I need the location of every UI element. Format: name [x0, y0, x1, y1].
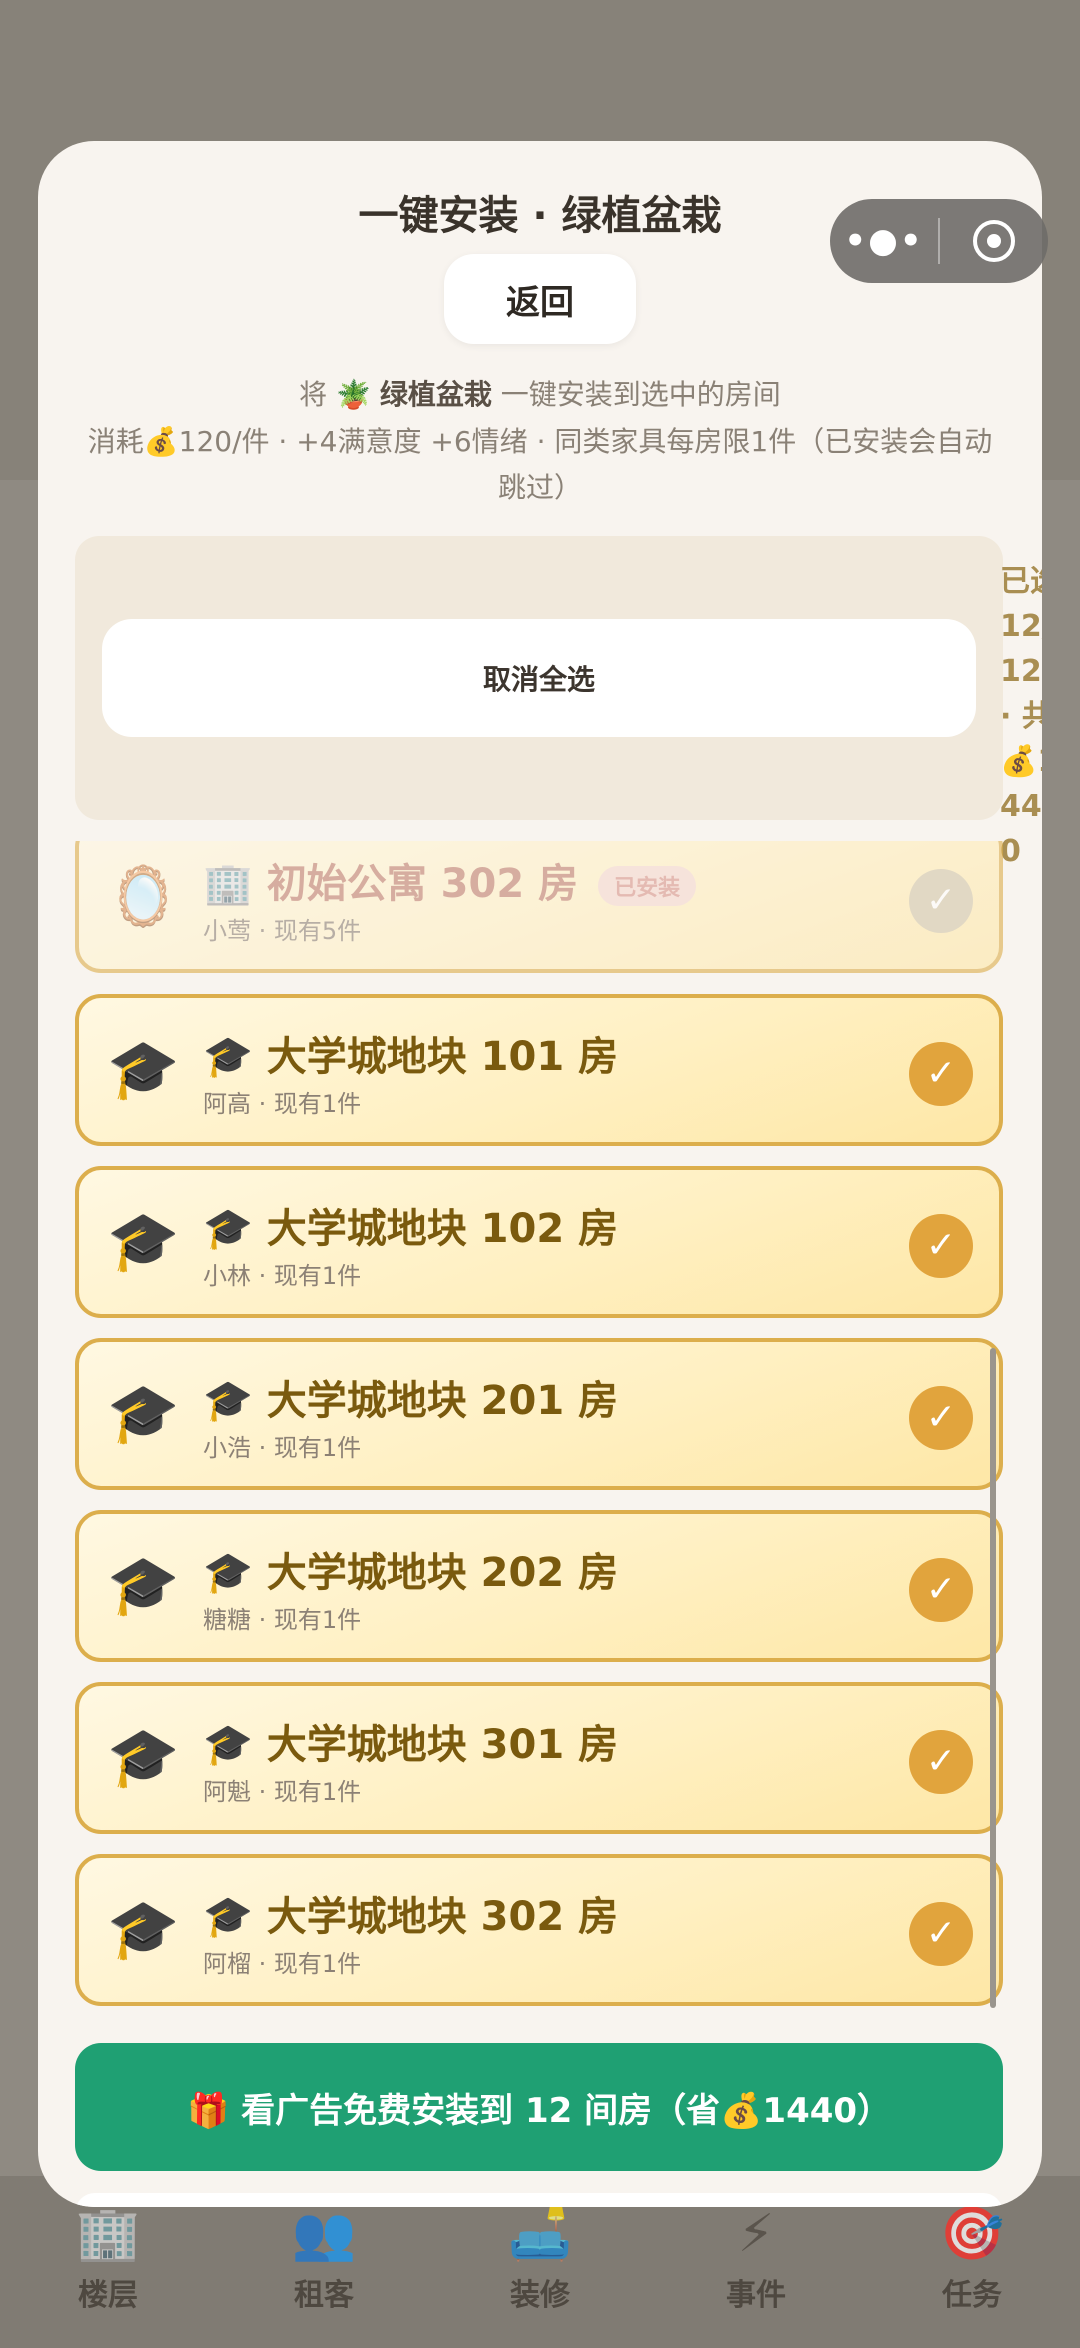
room-tenant-info: 阿高 · 现有1件: [203, 1090, 362, 1118]
room-card-campus-302[interactable]: 🎓 🎓 大学城地块 302 房 阿榴 · 现有1件 ✓: [75, 1854, 1003, 2006]
check-icon[interactable]: ✓: [909, 1214, 973, 1278]
tab-tasks[interactable]: 🎯 任务: [882, 2204, 1062, 2348]
room-name-text: 🏢 初始公寓 302 房: [203, 861, 579, 907]
check-icon[interactable]: ✓: [909, 1386, 973, 1450]
building-icon: 🏢: [75, 2204, 141, 2264]
room-name: 🎓 大学城地块 302 房: [203, 1894, 619, 1940]
room-tenant-info: 阿魁 · 现有1件: [203, 1778, 362, 1806]
list-scrollbar[interactable]: [990, 1348, 996, 2008]
graduation-cap-icon: 🎓: [107, 1207, 180, 1275]
tab-floors[interactable]: 🏢 楼层: [18, 2204, 198, 2348]
room-name: 🎓 大学城地块 301 房: [203, 1722, 619, 1768]
room-tenant-info: 小莺 · 现有5件: [203, 917, 362, 945]
room-list[interactable]: 🪞 🏢 初始公寓 302 房已安装 小莺 · 现有5件 ✓ 🎓 🎓 大学城地块 …: [75, 841, 1009, 2141]
graduation-cap-icon: 🎓: [107, 1895, 180, 1963]
watch-ad-install-button[interactable]: 🎁 看广告免费安装到 12 间房（省💰1440）: [75, 2043, 1003, 2171]
room-tenant-info: 小浩 · 现有1件: [203, 1434, 362, 1462]
item-name: 绿植盆栽: [379, 378, 492, 411]
room-name: 🎓 大学城地块 101 房: [203, 1034, 619, 1080]
room-card-campus-102[interactable]: 🎓 🎓 大学城地块 102 房 小林 · 现有1件 ✓: [75, 1166, 1003, 1318]
desc-suffix: 一键安装到选中的房间: [500, 378, 781, 411]
back-button[interactable]: 返回: [444, 254, 636, 344]
room-name: 🎓 大学城地块 201 房: [203, 1378, 619, 1424]
lightning-icon: ⚡: [737, 2204, 775, 2264]
mirror-icon: 🪞: [107, 862, 180, 930]
room-card-initial-302[interactable]: 🪞 🏢 初始公寓 302 房已安装 小莺 · 现有5件 ✓: [75, 841, 1003, 973]
selection-summary: 已选 12/12 · 共 💰1440: [1000, 564, 1042, 869]
tab-label: 任务: [942, 2278, 1002, 2313]
close-miniprogram-button[interactable]: [940, 220, 1048, 262]
check-icon[interactable]: ✓: [909, 1730, 973, 1794]
target-icon: 🎯: [939, 2204, 1005, 2264]
check-icon[interactable]: ✓: [909, 1902, 973, 1966]
tab-label: 事件: [726, 2278, 786, 2313]
room-tenant-info: 小林 · 现有1件: [203, 1262, 362, 1290]
install-modal: 一键安装 · 绿植盆栽 返回 将 🪴 绿植盆栽 一键安装到选中的房间 消耗💰12…: [38, 141, 1042, 2207]
room-card-campus-201[interactable]: 🎓 🎓 大学城地块 201 房 小浩 · 现有1件 ✓: [75, 1338, 1003, 1490]
people-icon: 👥: [291, 2204, 357, 2264]
secondary-button[interactable]: [75, 2193, 1003, 2207]
selection-panel: 取消全选: [75, 536, 1003, 820]
room-card-campus-101[interactable]: 🎓 🎓 大学城地块 101 房 阿高 · 现有1件 ✓: [75, 994, 1003, 1146]
check-icon[interactable]: ✓: [909, 1558, 973, 1622]
graduation-cap-icon: 🎓: [107, 1035, 180, 1103]
room-name: 🎓 大学城地块 202 房: [203, 1550, 619, 1596]
room-tenant-info: 阿榴 · 现有1件: [203, 1950, 362, 1978]
tab-decorate[interactable]: 🛋️ 装修: [450, 2204, 630, 2348]
room-card-campus-301[interactable]: 🎓 🎓 大学城地块 301 房 阿魁 · 现有1件 ✓: [75, 1682, 1003, 1834]
room-tenant-info: 糖糖 · 现有1件: [203, 1606, 362, 1634]
sofa-icon: 🛋️: [507, 2204, 573, 2264]
installed-badge: 已安装: [598, 866, 697, 906]
tab-events[interactable]: ⚡ 事件: [666, 2204, 846, 2348]
deselect-all-button[interactable]: 取消全选: [102, 619, 976, 737]
tab-label: 租客: [294, 2278, 354, 2313]
install-description: 将 🪴 绿植盆栽 一键安装到选中的房间: [38, 373, 1042, 413]
miniprogram-capsule: •●•: [830, 199, 1048, 283]
tab-tenants[interactable]: 👥 租客: [234, 2204, 414, 2348]
tab-label: 装修: [510, 2278, 570, 2313]
room-name: 🎓 大学城地块 102 房: [203, 1206, 619, 1252]
graduation-cap-icon: 🎓: [107, 1551, 180, 1619]
check-icon[interactable]: ✓: [909, 1042, 973, 1106]
graduation-cap-icon: 🎓: [107, 1723, 180, 1791]
room-card-campus-202[interactable]: 🎓 🎓 大学城地块 202 房 糖糖 · 现有1件 ✓: [75, 1510, 1003, 1662]
close-circle-icon: [973, 220, 1015, 262]
check-icon[interactable]: ✓: [909, 869, 973, 933]
room-name: 🏢 初始公寓 302 房已安装: [203, 851, 697, 909]
potted-plant-icon: 🪴: [336, 378, 371, 411]
desc-prefix: 将: [299, 378, 328, 411]
cost-effects-text: 消耗💰120/件 · +4满意度 +6情绪 · 同类家具每房限1件（已安装会自动…: [87, 425, 993, 504]
more-icon[interactable]: •●•: [830, 221, 938, 261]
tab-label: 楼层: [78, 2278, 138, 2313]
graduation-cap-icon: 🎓: [107, 1379, 180, 1447]
